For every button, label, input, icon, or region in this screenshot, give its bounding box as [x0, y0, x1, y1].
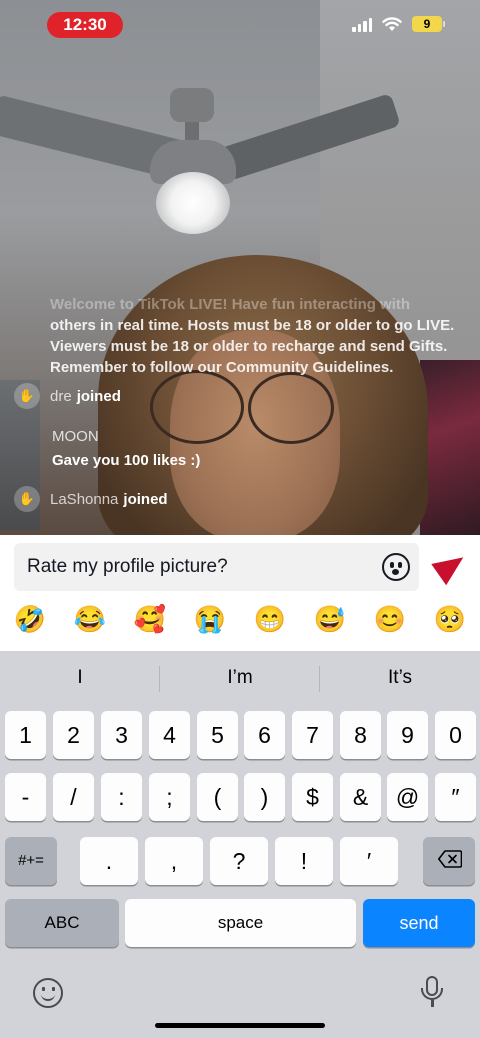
wifi-icon — [382, 16, 402, 31]
emoji-picker-icon[interactable] — [382, 553, 410, 581]
quick-emoji[interactable]: 😂 — [74, 604, 106, 635]
backspace-icon — [438, 850, 462, 868]
key[interactable]: ′ — [340, 837, 398, 885]
quick-emoji[interactable]: 🥰 — [134, 604, 166, 635]
key[interactable]: @ — [387, 773, 428, 821]
suggestion-divider — [159, 666, 160, 692]
key[interactable]: - — [5, 773, 46, 821]
key[interactable]: 5 — [197, 711, 238, 759]
quick-emoji[interactable]: 😅 — [314, 604, 346, 635]
quick-emoji[interactable]: 😁 — [254, 604, 286, 635]
key[interactable]: ″ — [435, 773, 476, 821]
status-time: 12:30 — [47, 12, 123, 38]
quick-emoji[interactable]: 🤣 — [14, 604, 46, 635]
battery-icon: 9 — [412, 16, 445, 32]
key[interactable]: ) — [244, 773, 285, 821]
abc-key[interactable]: ABC — [5, 899, 119, 947]
key[interactable]: ? — [210, 837, 268, 885]
chat-action: joined — [123, 490, 168, 508]
key[interactable]: & — [340, 773, 381, 821]
suggestion[interactable]: I’m — [160, 658, 320, 698]
chat-action: joined — [76, 387, 121, 405]
chat-message: Gave you 100 likes :) — [52, 452, 201, 469]
suggestion-divider — [319, 666, 320, 692]
key[interactable]: 2 — [53, 711, 94, 759]
key[interactable]: 8 — [340, 711, 381, 759]
live-notice-faded: Welcome to TikTok LIVE! Have fun interac… — [50, 296, 411, 313]
quick-emoji[interactable]: 🥺 — [434, 604, 466, 635]
home-indicator — [155, 1023, 325, 1028]
key[interactable]: 3 — [101, 711, 142, 759]
glasses-left-lens — [150, 370, 244, 444]
quick-emoji[interactable]: 😭 — [194, 604, 226, 635]
key[interactable]: ( — [197, 773, 238, 821]
key[interactable]: . — [80, 837, 138, 885]
key[interactable]: 0 — [435, 711, 476, 759]
key[interactable]: 4 — [149, 711, 190, 759]
chat-join-row: ✋ dre joined — [14, 383, 121, 409]
emoji-keyboard-icon[interactable] — [33, 978, 63, 1008]
live-notice: Welcome to TikTok LIVE! Have fun interac… — [50, 294, 460, 378]
comment-input-value[interactable]: Rate my profile picture? — [27, 556, 228, 578]
wall-tapestry — [420, 360, 480, 535]
key[interactable]: : — [101, 773, 142, 821]
chat-username[interactable]: MOON — [52, 428, 99, 445]
wave-hand-icon: ✋ — [14, 383, 40, 409]
quick-emoji[interactable]: 😊 — [374, 604, 406, 635]
key[interactable]: 9 — [387, 711, 428, 759]
key[interactable]: ; — [149, 773, 190, 821]
status-icons: 9 — [352, 16, 445, 32]
key[interactable]: ! — [275, 837, 333, 885]
suggestion-bar: I I’m It’s — [0, 658, 480, 698]
cellular-signal-icon — [352, 16, 372, 32]
key[interactable]: $ — [292, 773, 333, 821]
key[interactable]: / — [53, 773, 94, 821]
fan-light — [156, 172, 230, 234]
fan-cap — [170, 88, 214, 122]
send-key[interactable]: send — [363, 899, 475, 947]
suggestion[interactable]: I — [0, 658, 160, 698]
quick-emoji-bar: 🤣 😂 🥰 😭 😁 😅 😊 🥺 — [0, 604, 480, 635]
microphone-foot — [431, 1000, 434, 1007]
chat-username[interactable]: dre — [50, 388, 72, 405]
suggestion[interactable]: It’s — [320, 658, 480, 698]
glasses-right-lens — [248, 372, 334, 444]
key[interactable]: 6 — [244, 711, 285, 759]
live-notice-text: others in real time. Hosts must be 18 or… — [50, 317, 455, 376]
key[interactable]: 7 — [292, 711, 333, 759]
chat-join-row: ✋ LaShonna joined — [14, 486, 168, 512]
key[interactable]: 1 — [5, 711, 46, 759]
chat-username[interactable]: LaShonna — [50, 491, 118, 508]
key[interactable]: , — [145, 837, 203, 885]
symbols-toggle-key[interactable]: #+= — [5, 837, 57, 885]
space-key[interactable]: space — [125, 899, 356, 947]
wave-hand-icon: ✋ — [14, 486, 40, 512]
